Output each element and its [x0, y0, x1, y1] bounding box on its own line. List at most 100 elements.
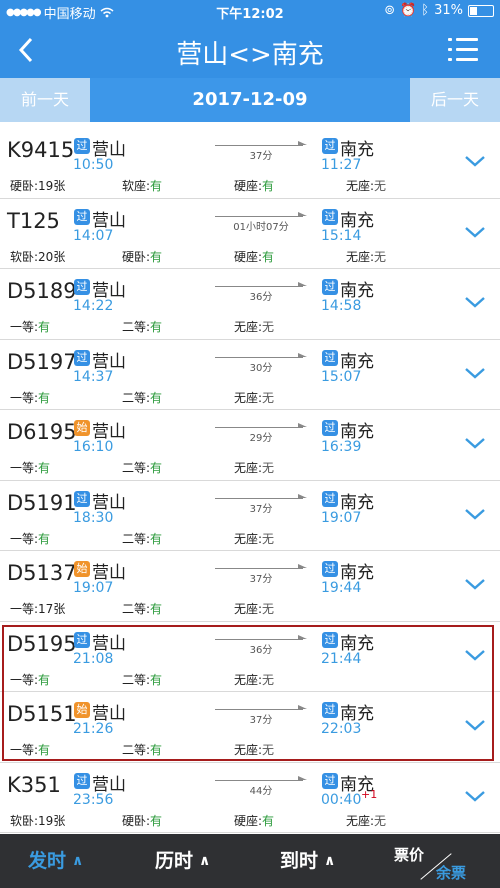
seat-class: 硬卧:19张: [10, 177, 65, 194]
chevron-up-icon: ∧: [199, 853, 211, 869]
tab-label: 发时: [28, 850, 67, 872]
seat-class-label: 二等:: [122, 390, 151, 405]
seat-class-value: 有: [262, 249, 275, 264]
departure-time: 16:10: [73, 439, 114, 455]
seat-class-label: 一等:: [10, 461, 39, 475]
train-row[interactable]: K351 过营山 23:56 44分过南充 00:40 +1 软卧:19张 硬卧:有 硬座:有无…: [0, 762, 500, 833]
seat-class-label: 硬座:: [234, 179, 263, 193]
seat-class: 一等:有: [10, 389, 50, 406]
seat-class: 无座:无: [234, 741, 274, 758]
seat-class-label: 二等:: [122, 320, 151, 334]
chevron-down-icon[interactable]: [464, 291, 486, 313]
seat-class: 二等:有: [122, 318, 162, 335]
seat-class-value: 有: [150, 320, 163, 334]
chevron-down-icon[interactable]: [464, 221, 486, 243]
departure-time: 19:07: [73, 580, 114, 596]
travel-duration: 37分: [249, 715, 273, 726]
seat-class: 二等:有: [122, 530, 162, 547]
train-row[interactable]: D5189 过营山 14:22 36分过南充 14:58 一等:有 二等:有 无座:无: [0, 269, 500, 340]
chevron-down-icon[interactable]: [464, 432, 486, 454]
travel-duration: 37分: [249, 503, 273, 515]
price-label: 票价: [394, 846, 425, 864]
train-row[interactable]: D5151 始营山 21:26 37分过南充 22:03 一等:有 二等:有 无座:无: [0, 692, 500, 763]
next-day-button[interactable]: 后一天: [410, 78, 500, 122]
sort-duration-tab[interactable]: 历时 ∧: [155, 834, 210, 888]
seat-class: 二等:有: [122, 600, 162, 617]
train-row[interactable]: D5191 过营山 18:30 37分过南充 19:07 一等:有 二等:有 无座:无: [0, 480, 500, 551]
train-row[interactable]: D5195 过营山 21:08 36分过南充 21:44 一等:有 二等:有 无座:无: [0, 621, 500, 692]
seat-class: 硬座:有: [234, 177, 274, 194]
travel-duration: 37分: [249, 151, 273, 162]
seat-class-value: 有: [38, 390, 51, 405]
arrival-type-badge: 过: [322, 702, 338, 718]
seat-class-value: 无: [374, 813, 387, 828]
seat-class-value: 有: [262, 179, 275, 193]
departure-time: 14:22: [73, 298, 114, 314]
seat-class-value: 有: [38, 672, 51, 687]
seat-class: 一等:有: [10, 318, 50, 335]
seat-class-label: 软卧:: [10, 813, 39, 828]
train-number: T125: [7, 208, 60, 233]
seat-class-value: 19张: [38, 813, 66, 828]
arrival-time: 19:44: [321, 580, 362, 596]
seat-class-value: 有: [150, 461, 163, 475]
chevron-down-icon[interactable]: [464, 503, 486, 525]
seat-class: 硬卧:有: [122, 248, 162, 265]
sort-arrival-tab[interactable]: 到时 ∧: [280, 834, 335, 888]
arrival-time: 21:44: [321, 650, 362, 667]
train-row[interactable]: T125 过营山 14:07 01小时07分过南充 15:14 软卧:20张 硬卧:有 硬座:…: [0, 198, 500, 269]
seat-class: 二等:有: [122, 741, 162, 758]
seat-class-value: 17张: [38, 602, 66, 616]
seat-class: 无座:无: [234, 389, 274, 406]
seat-class-label: 无座:: [234, 320, 263, 334]
seat-class: 无座:无: [234, 600, 274, 617]
seat-class: 软卧:20张: [10, 248, 65, 265]
travel-duration: 30分: [249, 362, 273, 374]
tab-label: 到时: [280, 850, 319, 872]
seat-class-value: 无: [374, 249, 387, 264]
departure-time: 14:37: [73, 368, 114, 385]
train-number: K9415: [7, 138, 75, 162]
train-row[interactable]: D6195 始营山 16:10 29分过南充 16:39 一等:有 二等:有 无座:无: [0, 410, 500, 481]
train-row[interactable]: D5137 始营山 19:07 37分过南充 19:44 一等:17张 二等:有 无座:无: [0, 551, 500, 622]
arrival-type-badge: 过: [322, 208, 338, 225]
chevron-down-icon[interactable]: [464, 714, 486, 736]
arrival-type-badge: 过: [322, 490, 338, 507]
departure-time: 21:08: [73, 650, 114, 667]
arrival-time: 11:27: [321, 157, 362, 173]
train-row[interactable]: D5197 过营山 14:37 30分过南充 15:07 一等:有 二等:有 无座:无: [0, 339, 500, 410]
selected-date[interactable]: 2017-12-09: [90, 78, 410, 122]
sort-departure-tab[interactable]: 发时 ∧: [28, 834, 83, 888]
arrival-time: 15:14: [321, 227, 362, 244]
chevron-down-icon[interactable]: [464, 785, 486, 807]
chevron-down-icon[interactable]: [464, 362, 486, 384]
train-number: K351: [7, 772, 61, 797]
list-menu-button[interactable]: [448, 36, 478, 64]
seat-class-label: 二等:: [122, 672, 151, 687]
train-number: D5189: [7, 279, 77, 303]
seat-class-value: 无: [262, 461, 275, 475]
seat-class: 软卧:19张: [10, 812, 65, 829]
seat-class: 一等:有: [10, 530, 50, 547]
seat-class-label: 硬座:: [234, 249, 263, 264]
seat-class-label: 硬卧:: [122, 249, 151, 264]
seat-class-value: 20张: [38, 249, 66, 264]
chevron-down-icon[interactable]: [464, 150, 486, 172]
seat-class-label: 二等:: [122, 531, 151, 546]
seat-class-value: 19张: [38, 179, 66, 193]
chevron-down-icon[interactable]: [464, 573, 486, 595]
travel-duration: 29分: [249, 433, 273, 444]
seat-class-label: 无座:: [234, 531, 263, 546]
chevron-down-icon[interactable]: [464, 644, 486, 666]
travel-duration: 44分: [249, 785, 273, 797]
seat-class: 软座:有: [122, 177, 162, 194]
seat-class-label: 无座:: [234, 602, 263, 616]
page-title: 营山<>南充: [176, 40, 324, 70]
price-remaining-toggle[interactable]: 票价 余票: [390, 842, 490, 886]
next-day-marker: +1: [361, 787, 378, 801]
train-row[interactable]: K9415 过营山 10:50 37分过南充 11:27 硬卧:19张 软座:有 硬座:有 无座…: [0, 128, 500, 199]
seat-class: 硬卧:有: [122, 812, 162, 829]
status-right: ⊚ ⏰ ᛒ 31%: [384, 3, 494, 18]
seat-class-label: 一等:: [10, 672, 39, 687]
prev-day-button[interactable]: 前一天: [0, 78, 90, 122]
